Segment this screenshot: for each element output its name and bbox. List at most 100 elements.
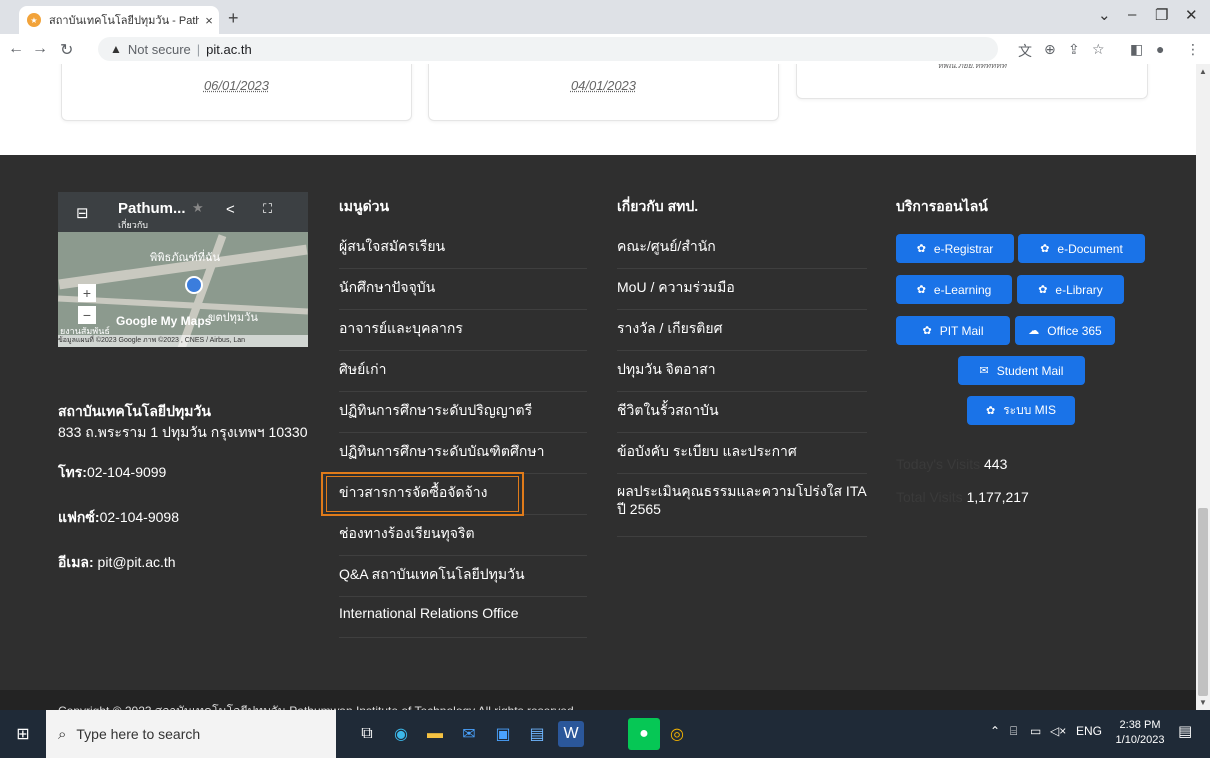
total-visits-label: Total Visits: [896, 489, 963, 505]
map-share-icon[interactable]: <: [226, 201, 235, 218]
google-my-maps-logo: Google My Maps: [116, 314, 212, 328]
e-learning-button[interactable]: ✿ e-Learning: [896, 275, 1012, 304]
desktop-app-icon[interactable]: ▤: [524, 721, 550, 747]
back-arrow-icon[interactable]: ←: [8, 40, 24, 58]
scrollbar-thumb[interactable]: [1198, 508, 1208, 696]
today-visits: Today's Visits 443: [896, 456, 1007, 472]
gear-icon: ✿: [985, 405, 996, 417]
map-pin-icon[interactable]: [185, 276, 203, 294]
news-card[interactable]: 06/01/2023: [61, 64, 412, 121]
gear-icon: ✿: [1038, 284, 1048, 296]
fax-row: แฟกซ์:02-104-9098: [58, 507, 179, 529]
maximize-icon[interactable]: ❐: [1155, 6, 1168, 24]
taskbar-search-box[interactable]: ⌕ Type here to search: [46, 710, 336, 758]
e-document-button[interactable]: ✿ e-Document: [1018, 234, 1145, 263]
news-card-caption: ทพณ.ภยย.ทททททท: [937, 64, 1007, 70]
map-fullscreen-icon[interactable]: ⛶: [263, 201, 272, 217]
menu-kebab-icon[interactable]: ⋮: [1186, 41, 1200, 58]
map-legend-icon[interactable]: ⊟: [76, 204, 89, 222]
e-registrar-button[interactable]: ✿ e-Registrar: [896, 234, 1014, 263]
close-window-icon[interactable]: ✕: [1185, 6, 1198, 24]
reload-icon[interactable]: ↻: [60, 40, 73, 60]
quick-menu-link[interactable]: อาจารย์และบุคลากร: [339, 310, 587, 351]
quick-menu-link[interactable]: ปฏิทินการศึกษาระดับปริญญาตรี: [339, 392, 587, 433]
phone-label: โทร:: [58, 464, 87, 480]
map-place-label: ขตปทุมวัน: [208, 312, 258, 324]
about-link[interactable]: คณะ/ศูนย์/สำนัก: [617, 228, 867, 269]
task-view-icon[interactable]: ⧉: [354, 721, 380, 747]
scroll-down-icon[interactable]: ▼: [1199, 698, 1207, 707]
about-link[interactable]: ชีวิตในรั้วสถาบัน: [617, 392, 867, 433]
map-zoom-in-button[interactable]: +: [78, 284, 96, 302]
tray-display-icon[interactable]: ▭: [1030, 724, 1041, 738]
windows-start-icon[interactable]: ⊞: [10, 721, 36, 747]
store-app-icon[interactable]: ▣: [490, 721, 516, 747]
map-star-icon[interactable]: ★: [192, 200, 204, 216]
map-zoom-out-button[interactable]: −: [78, 306, 96, 324]
office-365-button[interactable]: ☁ Office 365: [1015, 316, 1115, 345]
map-about-link[interactable]: เกี่ยวกับ: [118, 218, 148, 232]
file-explorer-icon[interactable]: ▬: [422, 721, 448, 747]
tray-volume-icon[interactable]: ◁×: [1050, 724, 1066, 738]
bookmark-star-icon[interactable]: ☆: [1092, 41, 1105, 58]
tray-chevron-icon[interactable]: ⌃: [990, 724, 1000, 738]
translate-icon[interactable]: 文: [1018, 41, 1032, 61]
total-visits: Total Visits 1,177,217: [896, 489, 1029, 505]
quick-menu-link[interactable]: Q&A สถาบันเทคโนโลยีปทุมวัน: [339, 556, 587, 597]
quick-menu-link[interactable]: นักศึกษาปัจจุบัน: [339, 269, 587, 310]
news-card[interactable]: 04/01/2023: [428, 64, 779, 121]
minimize-icon[interactable]: –: [1128, 6, 1136, 23]
tab-close-icon[interactable]: ×: [199, 13, 219, 28]
share-icon[interactable]: ⇪: [1068, 41, 1080, 58]
quick-menu-link[interactable]: ปฏิทินการศึกษาระดับบัณฑิตศึกษา: [339, 433, 587, 474]
today-visits-value: 443: [984, 456, 1008, 472]
clock-date: 1/10/2023: [1115, 734, 1165, 746]
scroll-up-icon[interactable]: ▲: [1199, 67, 1207, 76]
map-place-label: พิพิธภัณฑ์ที่ฉัน: [150, 252, 221, 264]
side-panel-icon[interactable]: ◧: [1130, 41, 1143, 58]
line-app-icon[interactable]: ●: [628, 718, 660, 750]
warning-triangle-icon: ▲: [110, 42, 122, 56]
address-bar[interactable]: ▲ Not secure | pit.ac.th: [98, 37, 998, 61]
pit-mail-button[interactable]: ✿ PIT Mail: [896, 316, 1010, 345]
email-row: อีเมล: pit@pit.ac.th: [58, 552, 176, 574]
zoom-icon[interactable]: ⊕: [1044, 41, 1056, 58]
embedded-map[interactable]: ⊟ Pathum... เกี่ยวกับ ★ < ⛶ พิพิธภัณฑ์ที…: [58, 192, 308, 347]
about-link[interactable]: รางวัล / เกียรติยศ: [617, 310, 867, 351]
tab-search-chevron-icon[interactable]: ⌄: [1098, 6, 1111, 24]
url-text: pit.ac.th: [206, 41, 252, 57]
tray-network-icon[interactable]: ⌸: [1010, 724, 1017, 739]
taskbar-clock[interactable]: 2:38 PM 1/10/2023: [1112, 718, 1168, 748]
mail-app-icon[interactable]: ✉: [456, 721, 482, 747]
e-library-button[interactable]: ✿ e-Library: [1017, 275, 1124, 304]
edge-browser-icon[interactable]: ◉: [388, 721, 414, 747]
news-card[interactable]: ทพณ.ภยย.ทททททท: [796, 64, 1148, 99]
about-link[interactable]: ปทุมวัน จิตอาสา: [617, 351, 867, 392]
page-scrollbar[interactable]: ▲ ▼: [1196, 64, 1210, 710]
about-link[interactable]: MoU / ความร่วมมือ: [617, 269, 867, 310]
about-link[interactable]: ข้อบังคับ ระเบียบ และประกาศ: [617, 433, 867, 474]
fax-label: แฟกซ์:: [58, 509, 100, 525]
institute-address: 833 ถ.พระราม 1 ปทุมวัน กรุงเทพฯ 10330: [58, 424, 308, 440]
news-date[interactable]: 04/01/2023: [429, 78, 778, 93]
about-link[interactable]: ผลประเมินคุณธรรมและความโปร่งใส ITA ปี 25…: [617, 474, 867, 537]
profile-avatar-icon[interactable]: ●: [1156, 41, 1164, 57]
word-app-icon[interactable]: W: [558, 721, 584, 747]
browser-tab[interactable]: ★ สถาบันเทคโนโลยีปทุมวัน - Pathumwa ×: [19, 6, 219, 34]
quick-menu-link[interactable]: ผู้สนใจสมัครเรียน: [339, 228, 587, 269]
student-mail-button[interactable]: ✉ Student Mail: [958, 356, 1085, 385]
cloud-icon: ☁: [1028, 325, 1040, 337]
quick-menu-link[interactable]: ช่องทางร้องเรียนทุจริต: [339, 515, 587, 556]
quick-menu-link[interactable]: ศิษย์เก่า: [339, 351, 587, 392]
new-tab-button[interactable]: +: [228, 8, 239, 29]
gear-icon: ✿: [916, 284, 926, 296]
chrome-app-icon[interactable]: ◎: [664, 721, 690, 747]
forward-arrow-icon[interactable]: →: [32, 40, 48, 58]
notification-icon[interactable]: ▤: [1178, 722, 1200, 744]
copyright-text: Copyright © 2023 สถาบันเทคโนโลยีปทุมวัน …: [58, 702, 577, 710]
news-date[interactable]: 06/01/2023: [62, 78, 411, 93]
quick-menu-list: ผู้สนใจสมัครเรียน นักศึกษาปัจจุบัน อาจาร…: [339, 228, 587, 638]
quick-menu-link[interactable]: International Relations Office: [339, 597, 587, 638]
mis-system-button[interactable]: ✿ ระบบ MIS: [967, 396, 1075, 425]
tray-language[interactable]: ENG: [1076, 724, 1102, 738]
